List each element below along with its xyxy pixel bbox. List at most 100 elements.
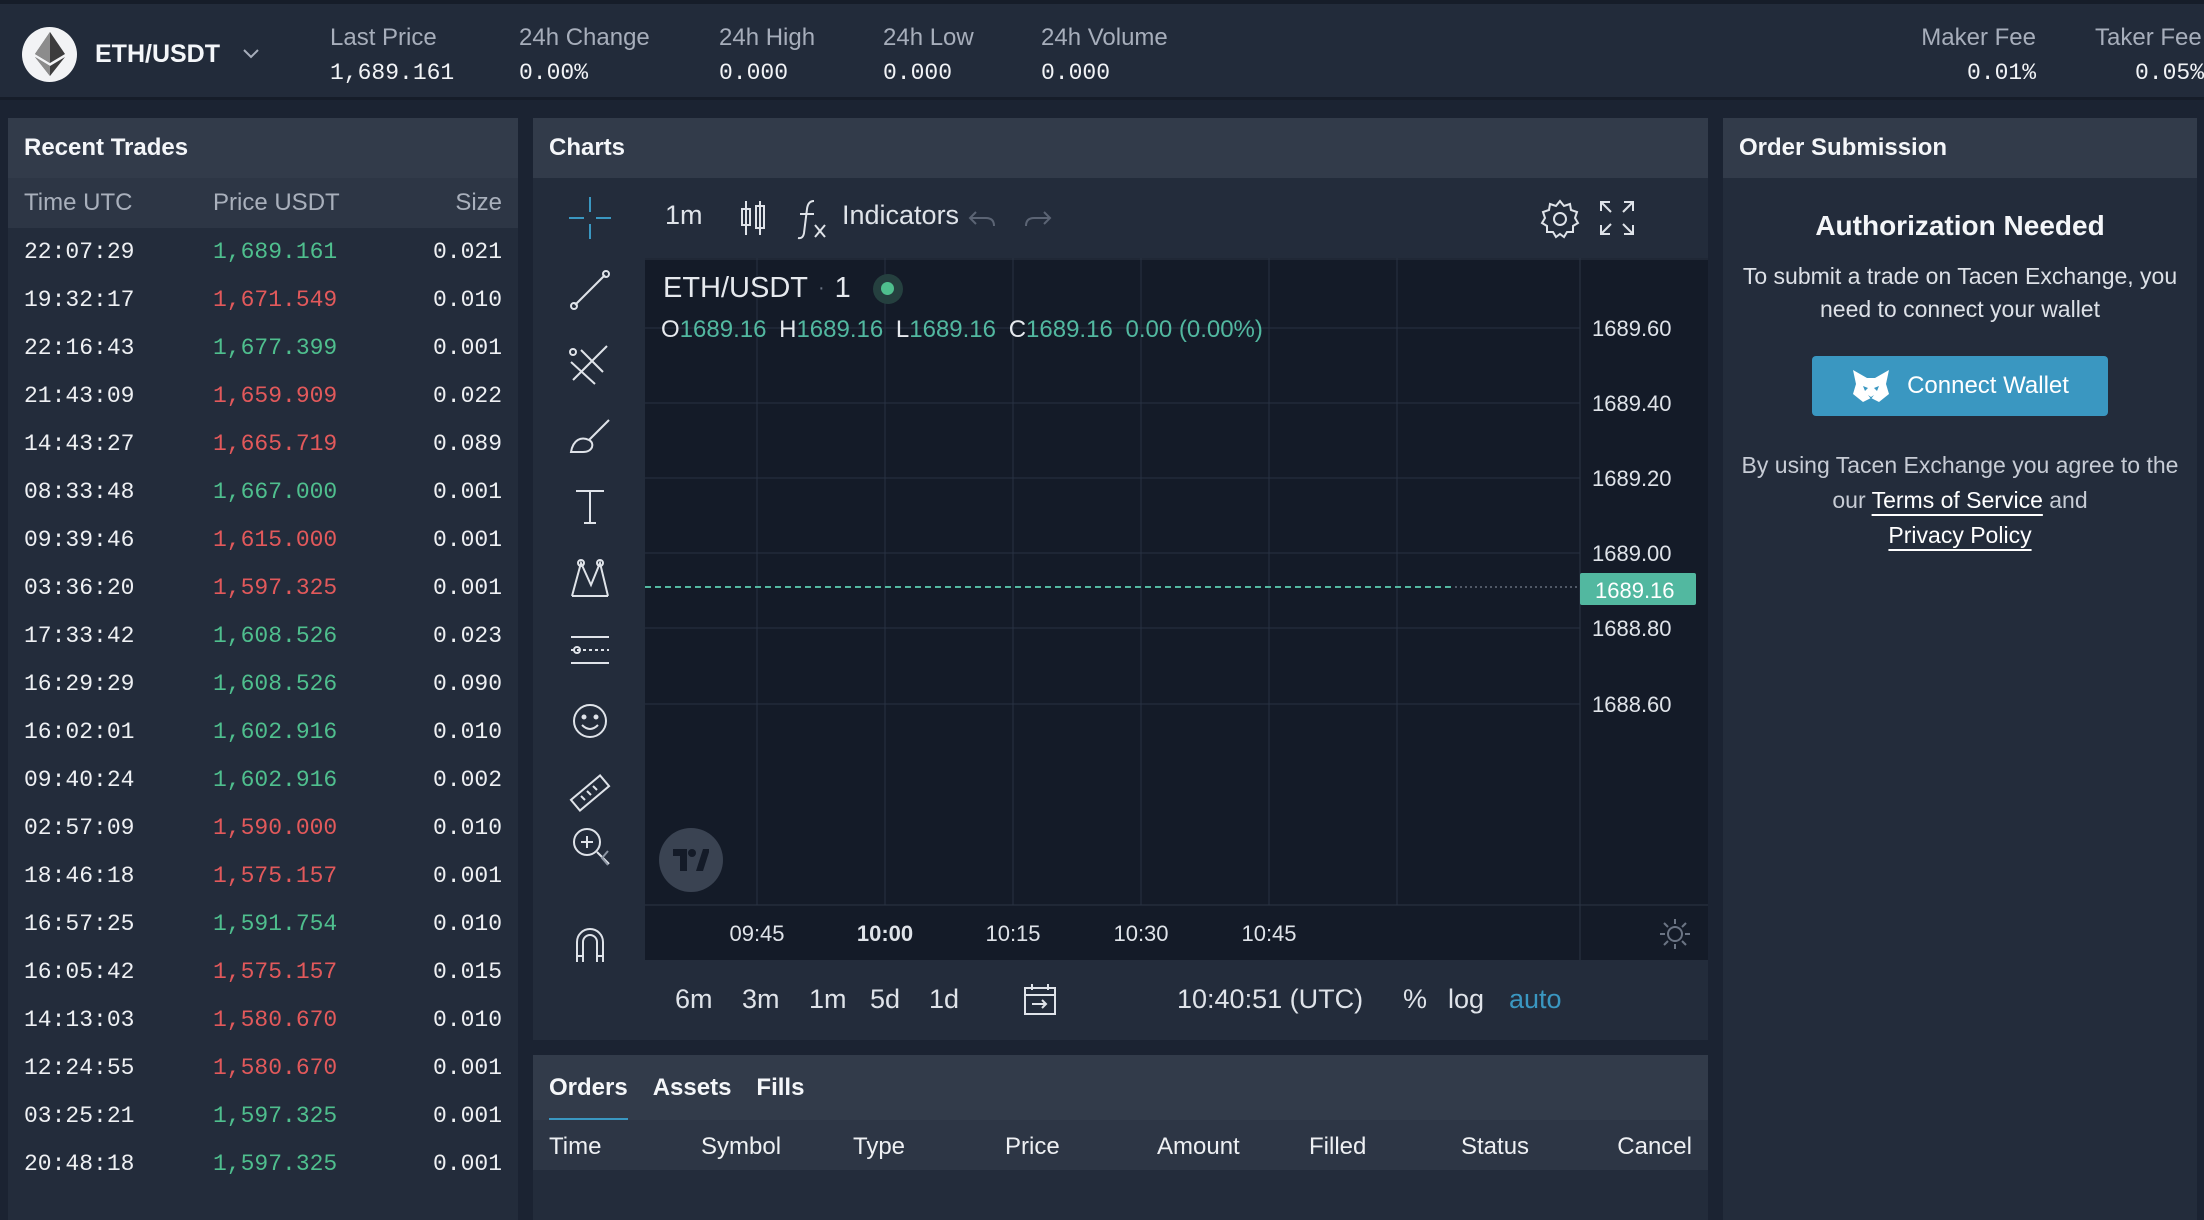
trade-price: 1,689.161	[213, 239, 338, 265]
trade-row: 20:48:18 1,597.325 0.001	[8, 1140, 518, 1188]
trade-size: 0.001	[432, 527, 502, 553]
range-5d[interactable]: 5d	[870, 984, 900, 1015]
tab-orders[interactable]: Orders	[549, 1074, 628, 1120]
function-icon[interactable]	[795, 196, 829, 242]
high-value: 1689.16	[796, 316, 884, 343]
trade-size: 0.010	[432, 911, 502, 937]
column-header-size: Size	[455, 189, 502, 216]
indicators-button[interactable]: Indicators	[842, 200, 959, 231]
trade-price: 1,608.526	[213, 671, 338, 697]
trade-size: 0.090	[432, 671, 502, 697]
brightness-icon[interactable]	[1657, 916, 1693, 952]
market-status-icon[interactable]	[872, 273, 903, 304]
pair-selector[interactable]: ETH/USDT	[22, 26, 266, 82]
redo-icon[interactable]	[1021, 204, 1055, 232]
trade-row: 02:57:09 1,590.000 0.010	[8, 804, 518, 852]
collapse-toolbar-icon[interactable]	[595, 833, 615, 883]
trade-row: 16:02:01 1,602.916 0.010	[8, 708, 518, 756]
magnet-icon[interactable]	[565, 918, 615, 968]
trade-row: 03:36:20 1,597.325 0.001	[8, 564, 518, 612]
trade-row: 22:07:29 1,689.161 0.021	[8, 228, 518, 276]
utc-clock[interactable]: 10:40:51 (UTC)	[1177, 984, 1363, 1015]
trade-time: 03:25:21	[24, 1103, 135, 1129]
trade-row: 16:29:29 1,608.526 0.090	[8, 660, 518, 708]
interval-button[interactable]: 1m	[665, 200, 703, 231]
prediction-tool-icon[interactable]	[565, 625, 615, 675]
time-tick-label: 10:45	[1241, 921, 1296, 946]
trade-size: 0.010	[432, 815, 502, 841]
crosshair-icon[interactable]	[565, 193, 615, 243]
tab-assets[interactable]: Assets	[653, 1074, 732, 1120]
percent-scale-button[interactable]: %	[1403, 984, 1427, 1015]
trade-time: 12:24:55	[24, 1055, 135, 1081]
undo-icon[interactable]	[965, 204, 999, 232]
trend-line-icon[interactable]	[565, 265, 615, 315]
stat-24h-volume: 24h Volume 0.000	[1041, 24, 1168, 86]
column-header-time: Time UTC	[24, 189, 133, 216]
trade-price: 1,677.399	[213, 335, 338, 361]
column-header-type: Type	[853, 1133, 906, 1160]
price-tick-label: 1689.00	[1592, 541, 1672, 566]
legend-separator: ·	[818, 277, 825, 299]
range-3m[interactable]: 3m	[742, 984, 780, 1015]
trade-size: 0.001	[432, 1103, 502, 1129]
orders-table-header: Time Symbol Type Price Amount Filled Sta…	[533, 1120, 1708, 1170]
trade-row: 03:25:21 1,597.325 0.001	[8, 1092, 518, 1140]
time-tick-label: 09:45	[729, 921, 784, 946]
trade-time: 22:16:43	[24, 335, 135, 361]
range-1m[interactable]: 1m	[809, 984, 847, 1015]
trade-size: 0.010	[432, 719, 502, 745]
trade-size: 0.023	[432, 623, 502, 649]
auto-scale-button[interactable]: auto	[1509, 984, 1562, 1015]
trade-time: 14:43:27	[24, 431, 135, 457]
connect-wallet-button[interactable]: Connect Wallet	[1812, 356, 2108, 416]
ruler-icon[interactable]	[565, 768, 615, 818]
fib-tool-icon[interactable]	[565, 338, 615, 388]
text-tool-icon[interactable]	[565, 481, 615, 531]
range-6m[interactable]: 6m	[675, 984, 713, 1015]
trade-price: 1,602.916	[213, 767, 338, 793]
column-header-filled: Filled	[1309, 1133, 1367, 1160]
legend-interval: 1	[834, 272, 851, 304]
chart-canvas[interactable]: 1689.60 1689.40 1689.20 1689.00 1688.80 1688.…	[645, 258, 1708, 960]
tradingview-logo[interactable]	[659, 828, 723, 892]
candlestick-icon[interactable]	[733, 196, 773, 240]
trade-row: 14:43:27 1,665.719 0.089	[8, 420, 518, 468]
close-prefix: C	[1008, 316, 1027, 343]
pattern-tool-icon[interactable]	[565, 553, 615, 603]
trade-price: 1,665.719	[213, 431, 338, 457]
trade-size: 0.001	[432, 335, 502, 361]
trade-size: 0.001	[432, 1055, 502, 1081]
price-tick-label: 1689.20	[1592, 466, 1672, 491]
price-tick-label: 1689.60	[1592, 316, 1672, 341]
trade-price: 1,615.000	[213, 527, 338, 553]
trade-time: 21:43:09	[24, 383, 135, 409]
range-1d[interactable]: 1d	[929, 984, 959, 1015]
brush-icon[interactable]	[565, 410, 615, 460]
time-tick-label: 10:00	[857, 921, 913, 946]
last-price-label: 1689.16	[1595, 578, 1675, 603]
emoji-icon[interactable]	[565, 696, 615, 746]
log-scale-button[interactable]: log	[1448, 984, 1484, 1015]
trade-row: 22:16:43 1,677.399 0.001	[8, 324, 518, 372]
fullscreen-icon[interactable]	[1597, 198, 1637, 238]
trade-row: 09:39:46 1,615.000 0.001	[8, 516, 518, 564]
trade-price: 1,597.325	[213, 1151, 338, 1177]
ohlc-values: O1689.16 H1689.16 L1689.16 C1689.16 0.00…	[661, 316, 1263, 344]
calendar-goto-icon[interactable]	[1020, 980, 1060, 1020]
privacy-policy-link[interactable]: Privacy Policy	[1888, 522, 2031, 548]
tab-fills[interactable]: Fills	[756, 1074, 804, 1120]
terms-of-service-link[interactable]: Terms of Service	[1872, 487, 2043, 513]
trade-price: 1,659.909	[213, 383, 338, 409]
trade-time: 20:48:18	[24, 1151, 135, 1177]
settings-icon[interactable]	[1537, 196, 1583, 242]
stat-value: 1,689.161	[330, 60, 455, 86]
stat-value: 0.000	[719, 60, 789, 86]
metamask-fox-icon	[1851, 368, 1891, 404]
trade-time: 16:02:01	[24, 719, 135, 745]
price-chart[interactable]: 1689.60 1689.40 1689.20 1689.00 1688.80 1688.…	[645, 258, 1708, 960]
auth-message: To submit a trade on Tacen Exchange, you…	[1742, 263, 2178, 322]
trade-time: 03:36:20	[24, 575, 135, 601]
trade-row: 17:33:42 1,608.526 0.023	[8, 612, 518, 660]
stat-maker-fee: Maker Fee 0.01%	[1910, 24, 2036, 86]
